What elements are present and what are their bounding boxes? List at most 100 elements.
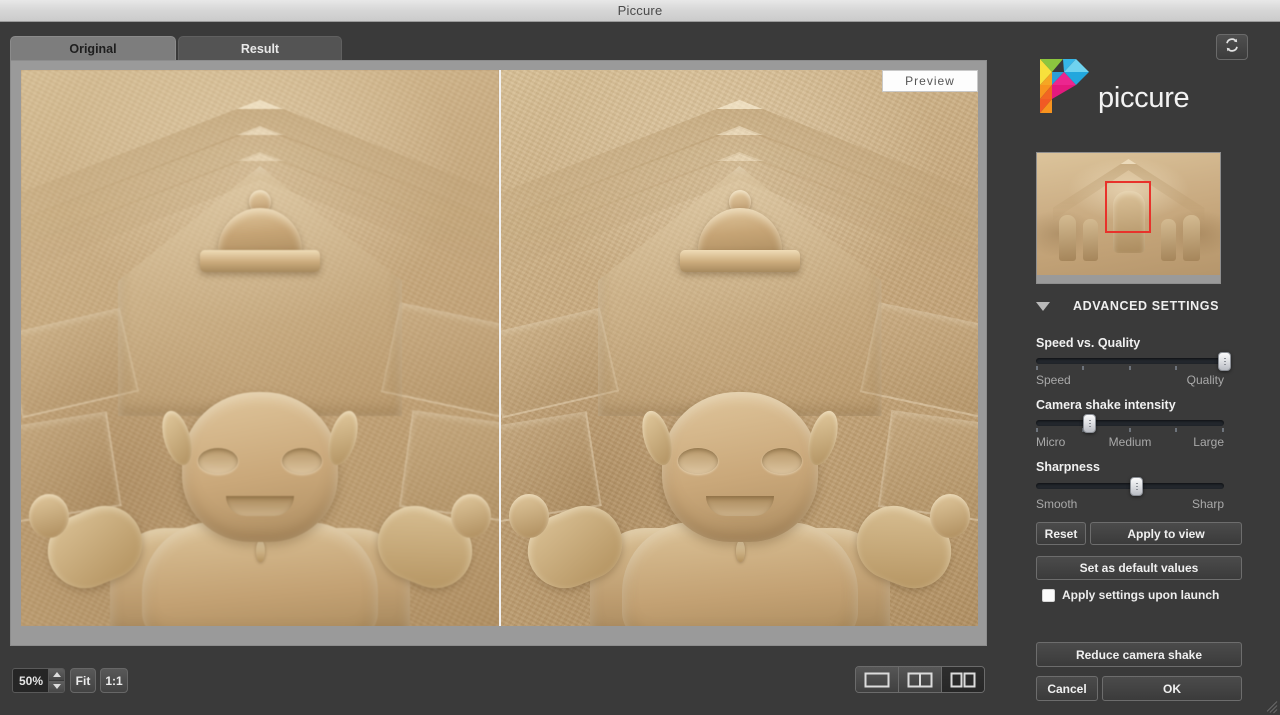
navigator-side-figure [1059, 215, 1076, 261]
one-to-one-button-label: 1:1 [105, 674, 122, 688]
figure-eye [762, 448, 802, 474]
figure-eye [282, 448, 322, 474]
crown-brim [200, 250, 320, 272]
view-mode-split-button[interactable] [898, 667, 941, 692]
camera-shake-endlabels: Micro Medium Large [1036, 435, 1224, 449]
figure-hand-left [29, 494, 69, 538]
navigator-side-figure [1161, 219, 1176, 261]
tab-result[interactable]: Result [178, 36, 342, 60]
result-image [501, 70, 978, 626]
fit-button[interactable]: Fit [70, 668, 96, 693]
original-image [21, 70, 499, 626]
fit-button-label: Fit [76, 674, 91, 688]
apply-on-launch-checkbox[interactable] [1042, 589, 1055, 602]
resize-grip[interactable] [1263, 698, 1277, 712]
figure-face [662, 392, 818, 542]
zoom-decrease-button[interactable] [49, 680, 64, 692]
speed-quality-handle[interactable] [1218, 352, 1231, 371]
camera-shake-slider[interactable] [1036, 415, 1224, 431]
carved-crown [200, 188, 320, 274]
reset-button-label: Reset [1045, 527, 1078, 541]
speed-quality-slider[interactable] [1036, 353, 1224, 369]
sync-views-button[interactable] [1216, 34, 1248, 60]
navigator-selection-rect[interactable] [1105, 181, 1151, 233]
ok-button[interactable]: OK [1102, 676, 1242, 701]
figure-mouth [706, 496, 774, 516]
ok-button-label: OK [1163, 682, 1181, 696]
sharpness-handle[interactable] [1130, 477, 1143, 496]
settings-sidebar: piccure ADVANCED SETTINGS Speed vs. Qual… [1020, 22, 1280, 715]
figure-eye [198, 448, 238, 474]
zoom-level-value: 50% [19, 674, 43, 688]
figure-mouth [226, 496, 294, 516]
image-viewer[interactable]: Preview [21, 70, 978, 626]
original-image-pane[interactable] [21, 70, 499, 626]
slider-max-label: Quality [1187, 373, 1224, 387]
figure-hand-right [930, 494, 970, 538]
figure-hand-right [451, 494, 491, 538]
slider-min-label: Smooth [1036, 497, 1077, 511]
tab-original[interactable]: Original [10, 36, 176, 60]
apply-to-view-button[interactable]: Apply to view [1090, 522, 1242, 545]
slider-ticks [1036, 366, 1224, 371]
cancel-button-label: Cancel [1047, 682, 1086, 696]
cancel-button[interactable]: Cancel [1036, 676, 1098, 701]
figure-pendant [736, 540, 745, 562]
camera-shake-label: Camera shake intensity [1036, 398, 1176, 412]
triangle-down-icon[interactable] [1036, 302, 1050, 311]
slider-max-label: Sharp [1192, 497, 1224, 511]
navigator-scrollbar[interactable] [1037, 275, 1220, 283]
navigator-side-figure [1083, 219, 1098, 261]
slider-ticks [1036, 428, 1224, 433]
dual-pane-icon [950, 672, 976, 688]
slider-mid-label: Medium [1109, 435, 1152, 449]
split-pane-icon [907, 672, 933, 688]
figure-hand-left [509, 494, 549, 538]
speed-quality-endlabels: Speed Quality [1036, 373, 1224, 387]
apply-to-view-button-label: Apply to view [1127, 527, 1204, 541]
camera-shake-handle[interactable] [1083, 414, 1096, 433]
preview-badge: Preview [882, 70, 978, 92]
speed-quality-label: Speed vs. Quality [1036, 336, 1140, 350]
result-image-pane[interactable]: Preview [501, 70, 978, 626]
zoom-stepper[interactable] [48, 668, 65, 693]
view-mode-group [855, 666, 985, 693]
figure-pendant [256, 540, 265, 562]
window-title: Piccure [618, 3, 663, 18]
navigator-thumbnail[interactable] [1036, 152, 1221, 284]
brand-name: piccure [1098, 84, 1189, 117]
zoom-increase-button[interactable] [49, 669, 64, 680]
apply-on-launch-label: Apply settings upon launch [1062, 588, 1219, 602]
slider-min-label: Speed [1036, 373, 1071, 387]
tab-original-label: Original [69, 42, 116, 56]
slider-track [1036, 358, 1224, 364]
image-viewer-frame: Preview [10, 60, 987, 646]
view-mode-single-button[interactable] [856, 667, 898, 692]
crown-brim [680, 250, 800, 272]
set-default-values-button-label: Set as default values [1080, 561, 1199, 575]
advanced-settings-header[interactable]: ADVANCED SETTINGS [1036, 297, 1256, 315]
sharpness-label: Sharpness [1036, 460, 1100, 474]
sharpness-slider[interactable] [1036, 478, 1224, 494]
tab-result-label: Result [241, 42, 279, 56]
reduce-camera-shake-button-label: Reduce camera shake [1076, 648, 1202, 662]
apply-on-launch-checkbox-row[interactable]: Apply settings upon launch [1042, 588, 1219, 602]
slider-track [1036, 420, 1224, 426]
one-to-one-button[interactable]: 1:1 [100, 668, 128, 693]
view-mode-dual-button[interactable] [941, 667, 984, 692]
slider-max-label: Large [1193, 435, 1224, 449]
advanced-settings-title: ADVANCED SETTINGS [1050, 299, 1256, 313]
piccure-logo-icon [1036, 55, 1092, 117]
sync-arrows-icon [1224, 37, 1240, 58]
app-window: Original Result [0, 22, 1280, 715]
reduce-camera-shake-button[interactable]: Reduce camera shake [1036, 642, 1242, 667]
figure-eye [678, 448, 718, 474]
navigator-side-figure [1183, 215, 1200, 261]
set-default-values-button[interactable]: Set as default values [1036, 556, 1242, 580]
single-pane-icon [864, 672, 890, 688]
window-titlebar: Piccure [0, 0, 1280, 22]
brand-row: piccure [1036, 55, 1189, 117]
reset-button[interactable]: Reset [1036, 522, 1086, 545]
preview-badge-label: Preview [905, 74, 955, 88]
slider-min-label: Micro [1036, 435, 1065, 449]
